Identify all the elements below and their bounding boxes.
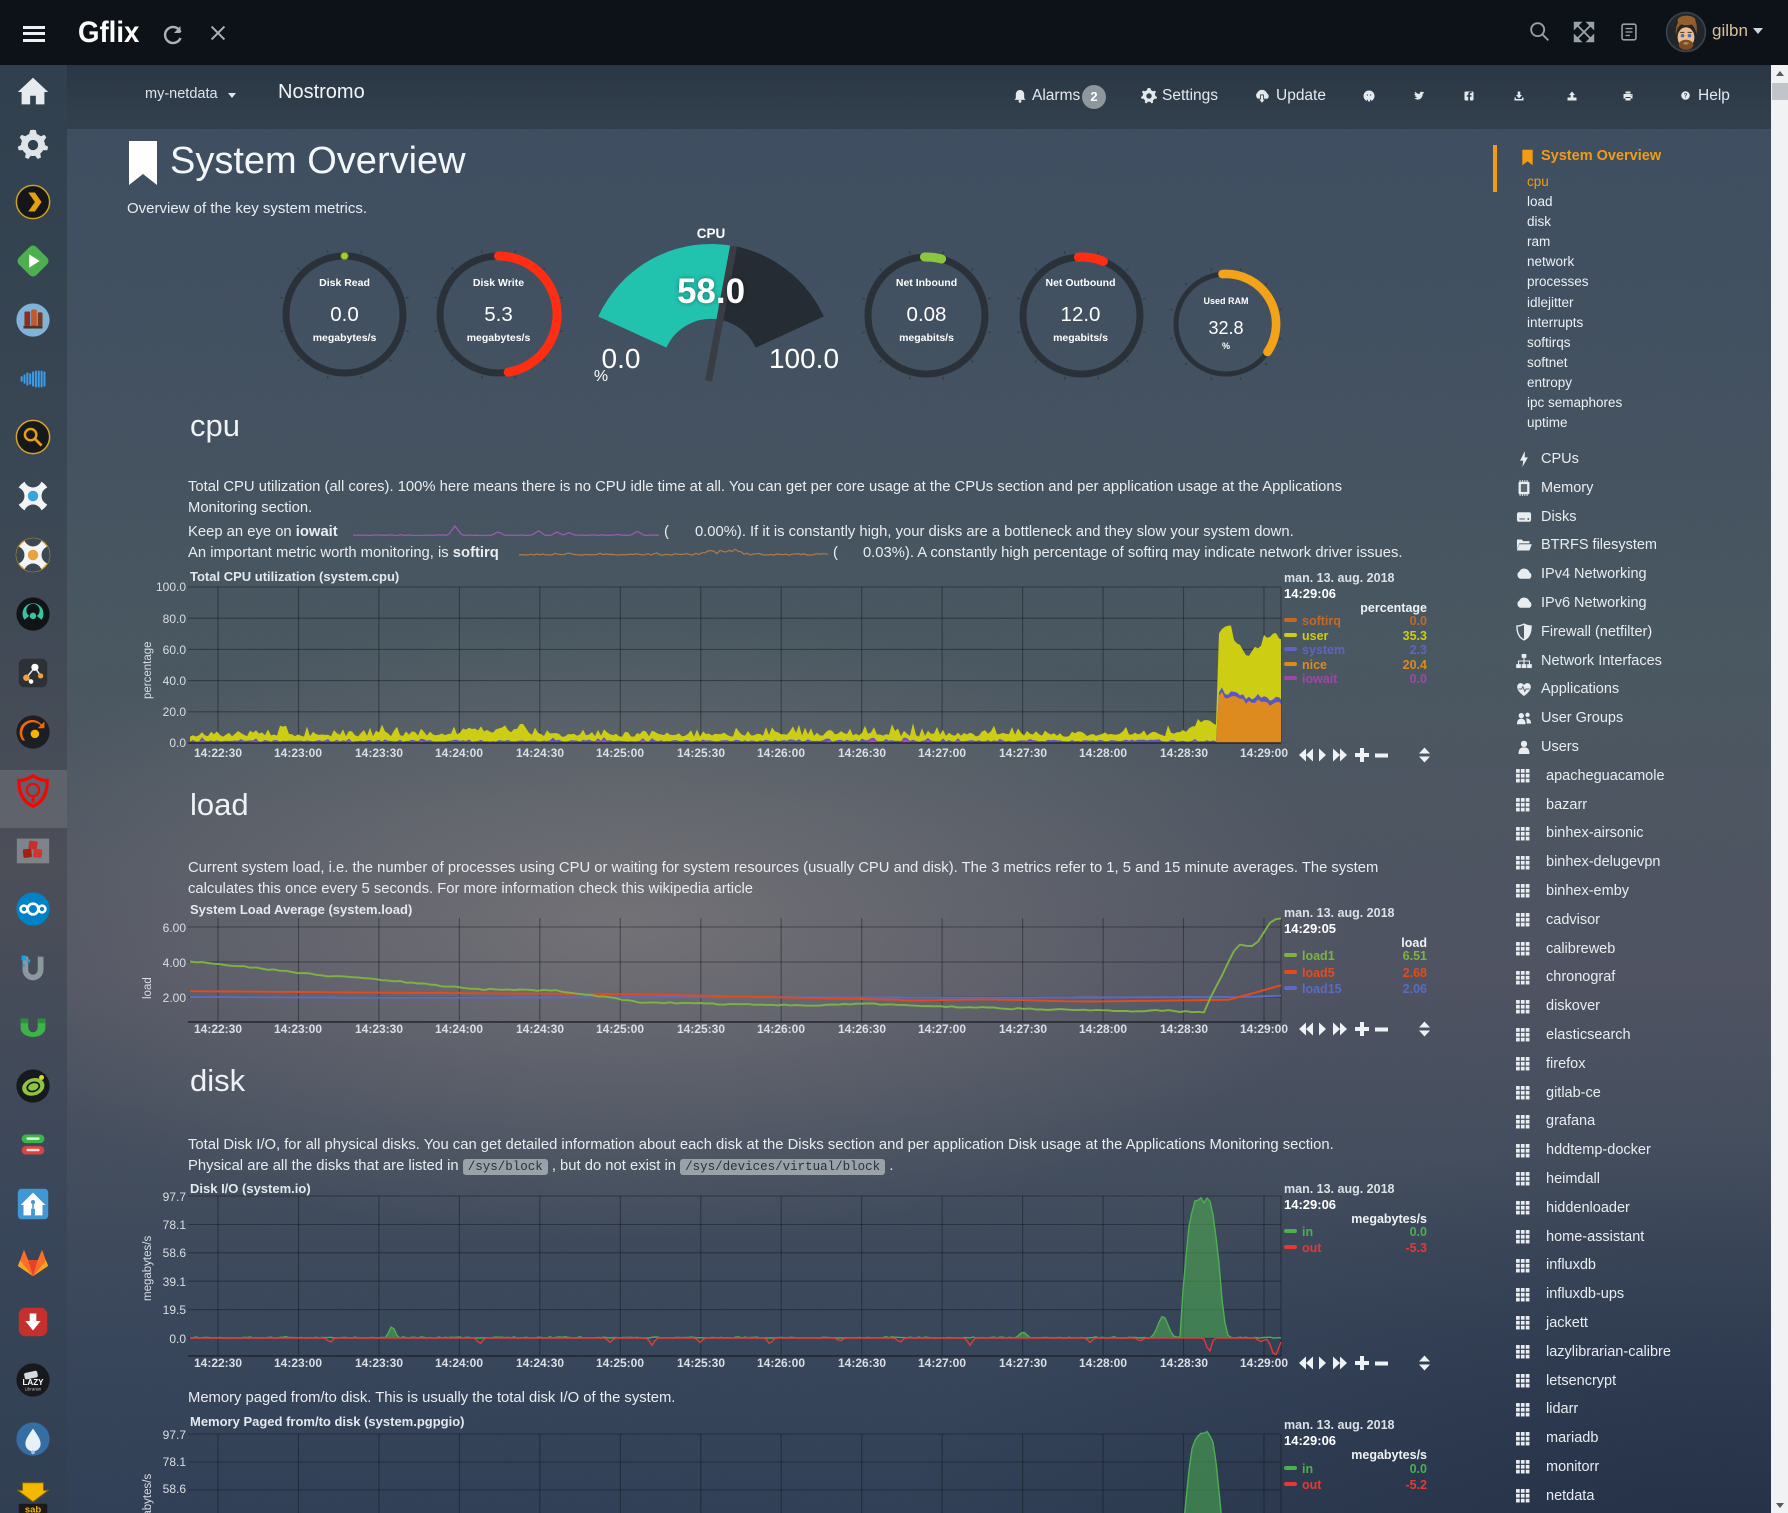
svg-text:sab: sab [25,1504,42,1513]
svg-text:LAZY: LAZY [22,1378,44,1387]
svg-text:?: ? [1684,93,1688,100]
svg-text:Librarian: Librarian [25,1386,42,1391]
